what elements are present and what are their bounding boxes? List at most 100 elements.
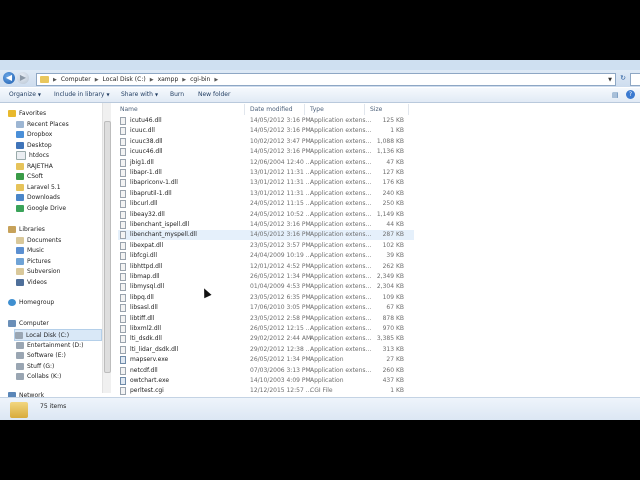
nav-libraries[interactable]: Libraries (8, 224, 45, 234)
nav-item-downloads[interactable]: Downloads (16, 192, 60, 202)
nav-computer[interactable]: Computer (8, 318, 49, 328)
videos-icon (16, 278, 24, 286)
dll-file-icon (120, 241, 126, 250)
include-in-library-button[interactable]: Include in library ▼ (54, 91, 110, 98)
file-row[interactable]: icuuc.dll 14/05/2012 3:16 PM Application e… (118, 126, 414, 136)
file-row[interactable]: libhttpd.dll 12/01/2012 4:52 PM Applicatio… (118, 262, 414, 272)
share-with-button[interactable]: Share with ▼ (121, 91, 158, 98)
file-row[interactable]: lti_lidar_dsdk.dll 29/02/2012 12:38 ... Ap… (118, 345, 414, 355)
nav-item-rajetha[interactable]: RAJETHA (16, 161, 53, 171)
nav-homegroup[interactable]: Homegroup (8, 297, 54, 307)
file-row[interactable]: libaprutil-1.dll 13/01/2012 11:31 ... Appl… (118, 189, 414, 199)
file-row[interactable]: perltest.cgi 12/12/2015 12:57 ... CGI File… (118, 386, 414, 396)
nav-favorites[interactable]: Favorites (8, 108, 46, 118)
column-divider[interactable] (364, 104, 365, 115)
nav-item-subversion[interactable]: Subversion (16, 266, 60, 276)
file-size: 176 KB (382, 179, 404, 187)
dll-file-icon (120, 273, 126, 281)
nav-item-documents[interactable]: Documents (16, 235, 61, 245)
column-divider[interactable] (244, 104, 245, 115)
file-name: libeay32.dll (130, 210, 165, 218)
title-bar (0, 60, 640, 70)
nav-item-label: Recent Places (27, 120, 69, 128)
nav-item-dropbox[interactable]: Dropbox (16, 129, 52, 139)
file-row[interactable]: jbig1.dll 12/06/2004 12:40 ... Application… (118, 158, 414, 168)
nav-item-software[interactable]: Software (E:) (16, 350, 66, 360)
breadcrumb-local-disk[interactable]: Local Disk (C:) (103, 76, 146, 83)
file-size: 878 KB (382, 314, 404, 322)
file-row[interactable]: libmap.dll 26/05/2012 1:34 PM Application … (118, 272, 414, 282)
nav-item-label: Dropbox (27, 130, 53, 138)
file-size: 2,349 KB (376, 273, 404, 280)
file-size: 3,385 KB (376, 335, 404, 343)
file-row[interactable]: libenchant_ispell.dll 14/05/2012 3:16 PM A… (118, 220, 414, 230)
file-row[interactable]: lti_dsdk.dll 29/02/2012 2:44 AM Applicatio… (118, 334, 414, 344)
dll-file-icon (120, 148, 126, 157)
nav-item-music[interactable]: Music (16, 245, 44, 255)
search-input[interactable] (630, 73, 640, 86)
file-row[interactable]: icuuc38.dll 10/02/2012 3:47 PM Application… (118, 137, 414, 147)
nav-item-pictures[interactable]: Pictures (16, 256, 51, 266)
file-row[interactable]: libmysql.dll 01/04/2009 4:53 PM Applicatio… (118, 282, 414, 292)
google-drive-icon (16, 204, 24, 212)
nav-item-csoft[interactable]: CSoft (16, 171, 43, 181)
file-row[interactable]: libexpat.dll 23/05/2012 3:57 PM Applicatio… (118, 241, 414, 251)
navigation-scrollbar[interactable] (102, 103, 111, 393)
column-header-type[interactable]: Type (310, 106, 324, 113)
file-row[interactable]: libpq.dll 23/05/2012 6:35 PM Application e… (118, 293, 414, 303)
file-row[interactable]: icutu46.dll 14/05/2012 3:16 PM Application… (118, 116, 414, 126)
file-row[interactable]: libcurl.dll 24/05/2012 11:15 ... Applicati… (118, 199, 414, 209)
dll-file-icon (120, 283, 126, 292)
nav-item-google-drive[interactable]: Google Drive (16, 203, 66, 213)
nav-item-videos[interactable]: Videos (16, 277, 47, 287)
scrollbar-thumb[interactable] (104, 121, 111, 373)
file-name: lti_dsdk.dll (130, 335, 162, 343)
file-row[interactable]: libtiff.dll 23/05/2012 2:58 PM Application… (118, 314, 414, 324)
new-folder-button[interactable]: New folder (198, 91, 230, 98)
nav-item-recent-places[interactable]: Recent Places (16, 119, 69, 129)
file-row[interactable]: libapr-1.dll 13/01/2012 11:31 ... Applicat… (118, 168, 414, 178)
column-header-date[interactable]: Date modified (250, 106, 293, 113)
nav-item-htdocs[interactable]: htdocs (16, 150, 49, 160)
nav-item-desktop[interactable]: Desktop (16, 140, 52, 150)
breadcrumb-computer[interactable]: Computer (61, 76, 91, 83)
file-row[interactable]: owtchart.exe 14/10/2003 4:09 PM Applicatio… (118, 376, 414, 386)
file-row[interactable]: libfcgi.dll 24/04/2009 10:19 ... Applicati… (118, 251, 414, 261)
file-row[interactable]: libeay32.dll 24/05/2012 10:52 ... Applicat… (118, 210, 414, 220)
file-row[interactable]: netcdf.dll 07/03/2006 3:13 PM Application … (118, 366, 414, 376)
organize-button[interactable]: Organize ▼ (9, 91, 41, 98)
chevron-down-icon[interactable]: ▼ (608, 77, 612, 83)
dll-file-icon (120, 127, 126, 136)
view-options-icon[interactable]: ▤ (612, 91, 619, 99)
file-row[interactable]: libsasl.dll 17/06/2010 3:05 PM Application… (118, 303, 414, 313)
nav-item-entertainment[interactable]: Entertainment (D:) (16, 340, 84, 350)
file-row[interactable]: icuuc46.dll 14/05/2012 3:16 PM Application… (118, 147, 414, 157)
file-date: 23/05/2012 2:58 PM (250, 314, 311, 322)
breadcrumb-cgi-bin[interactable]: cgi-bin (190, 76, 210, 83)
nav-item-laravel[interactable]: Laravel 5.1 (16, 182, 61, 192)
refresh-icon[interactable]: ↻ (618, 74, 628, 84)
file-date: 07/03/2006 3:13 PM (250, 366, 311, 374)
back-button[interactable]: ◀ (3, 72, 15, 84)
help-icon[interactable]: ? (626, 90, 635, 99)
nav-item-collabs[interactable]: Collabs (K:) (16, 371, 61, 381)
folder-icon (40, 76, 49, 83)
file-row[interactable]: libapriconv-1.dll 13/01/2012 11:31 ... App… (118, 178, 414, 188)
column-header-size[interactable]: Size (370, 106, 382, 113)
burn-button[interactable]: Burn (170, 91, 184, 98)
column-divider[interactable] (408, 104, 409, 115)
file-row[interactable]: mapserv.exe 26/05/2012 1:34 PM Application… (118, 355, 414, 365)
nav-item-label: Laravel 5.1 (27, 183, 61, 191)
file-name: perltest.cgi (130, 387, 164, 395)
file-name: libfcgi.dll (130, 252, 158, 260)
folder-icon (16, 150, 26, 160)
file-row[interactable]: libenchant_myspell.dll 14/05/2012 3:16 PM… (118, 230, 414, 241)
breadcrumb-xampp[interactable]: xampp (158, 76, 179, 83)
forward-button[interactable]: ▶ (17, 72, 29, 84)
file-name: libaprutil-1.dll (130, 189, 172, 197)
column-divider[interactable] (304, 104, 305, 115)
address-bar[interactable]: ▶ Computer ▶ Local Disk (C:) ▶ xampp ▶ c… (36, 73, 616, 86)
file-row[interactable]: libxml2.dll 26/05/2012 12:15 ... Applicati… (118, 324, 414, 334)
column-header-name[interactable]: Name (120, 106, 138, 113)
nav-item-stuff[interactable]: Stuff (G:) (16, 361, 54, 371)
